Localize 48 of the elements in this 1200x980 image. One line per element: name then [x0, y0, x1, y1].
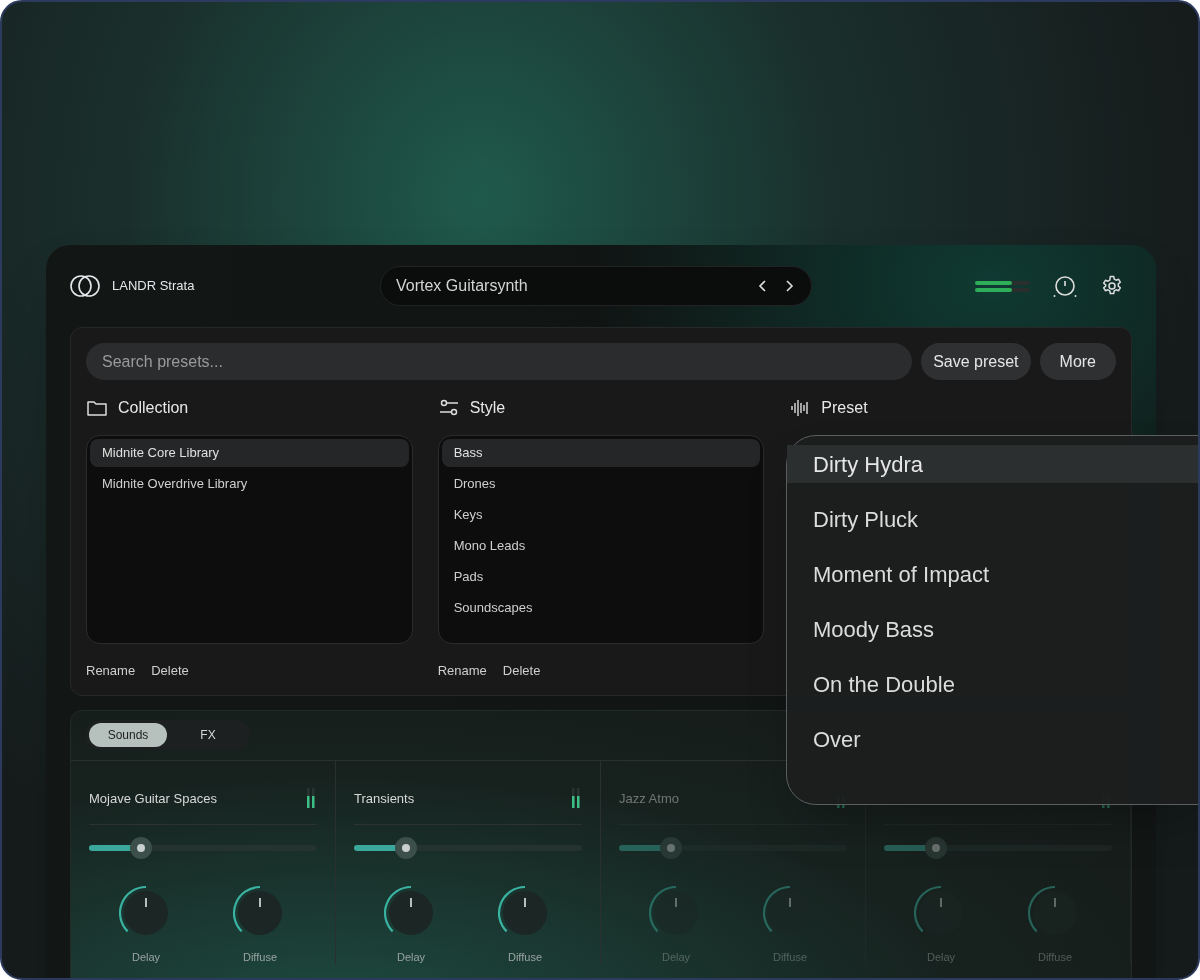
list-item[interactable]: Mono Leads: [441, 532, 761, 560]
channel-title: Jazz Atmo: [619, 791, 679, 806]
list-item[interactable]: Soundscapes: [441, 594, 761, 622]
preset-name: Vortex Guitarsynth: [396, 276, 529, 296]
list-item[interactable]: Drones: [441, 470, 761, 498]
app-name: LANDR Strata: [112, 277, 195, 296]
slider-thumb[interactable]: [925, 836, 948, 859]
toolbar-button[interactable]: More: [1039, 343, 1116, 380]
dropdown-item[interactable]: Moment of Impact: [787, 555, 1198, 593]
list-item[interactable]: Bass: [441, 439, 761, 467]
search-field[interactable]: Search presets...: [86, 343, 913, 380]
dropdown-item[interactable]: Dirty Pluck: [787, 500, 1198, 538]
list-item[interactable]: Keys: [441, 501, 761, 529]
dial-icon[interactable]: [1052, 273, 1078, 299]
knob-label: Delay: [926, 949, 956, 965]
column-heading: Collection: [118, 398, 189, 418]
action-link[interactable]: Delete: [502, 661, 541, 681]
list-item[interactable]: Midnite Overdrive Library: [90, 470, 409, 498]
knob-label: Diffuse: [242, 949, 277, 965]
action-link[interactable]: Rename: [437, 661, 487, 681]
slider-thumb[interactable]: [660, 836, 683, 859]
knob-label: Delay: [661, 949, 691, 965]
list-item[interactable]: Pads: [441, 563, 761, 591]
knob-label: Diffuse: [507, 949, 542, 965]
dropdown-item[interactable]: Dirty Hydra: [787, 445, 1198, 483]
channel-title: Transients: [354, 791, 415, 806]
dropdown-item[interactable]: Over: [787, 720, 1198, 758]
level-meter: [975, 280, 1030, 292]
dropdown-item[interactable]: On the Double: [787, 665, 1198, 703]
channel-title: Mojave Guitar Spaces: [89, 791, 217, 806]
knob-label: Delay: [396, 949, 426, 965]
list-item[interactable]: Midnite Core Library: [90, 439, 409, 467]
toolbar-button[interactable]: Save preset: [921, 343, 1031, 380]
dropdown-item[interactable]: Moody Bass: [787, 610, 1198, 648]
slider-thumb[interactable]: [130, 836, 153, 859]
column-heading: Style: [469, 398, 506, 418]
slider-thumb[interactable]: [395, 836, 418, 859]
knob-label: Delay: [131, 949, 161, 965]
tab[interactable]: FX: [169, 723, 247, 747]
column-heading: Preset: [821, 398, 868, 418]
knob-label: Diffuse: [1037, 949, 1072, 965]
logo-icon: [70, 274, 100, 298]
level-meter-drawing: [572, 788, 580, 808]
level-meter-drawing: [307, 788, 315, 808]
knob-label: Diffuse: [772, 949, 807, 965]
action-link[interactable]: Delete: [151, 661, 189, 681]
action-link[interactable]: Rename: [86, 661, 136, 681]
tab[interactable]: Sounds: [89, 723, 167, 747]
